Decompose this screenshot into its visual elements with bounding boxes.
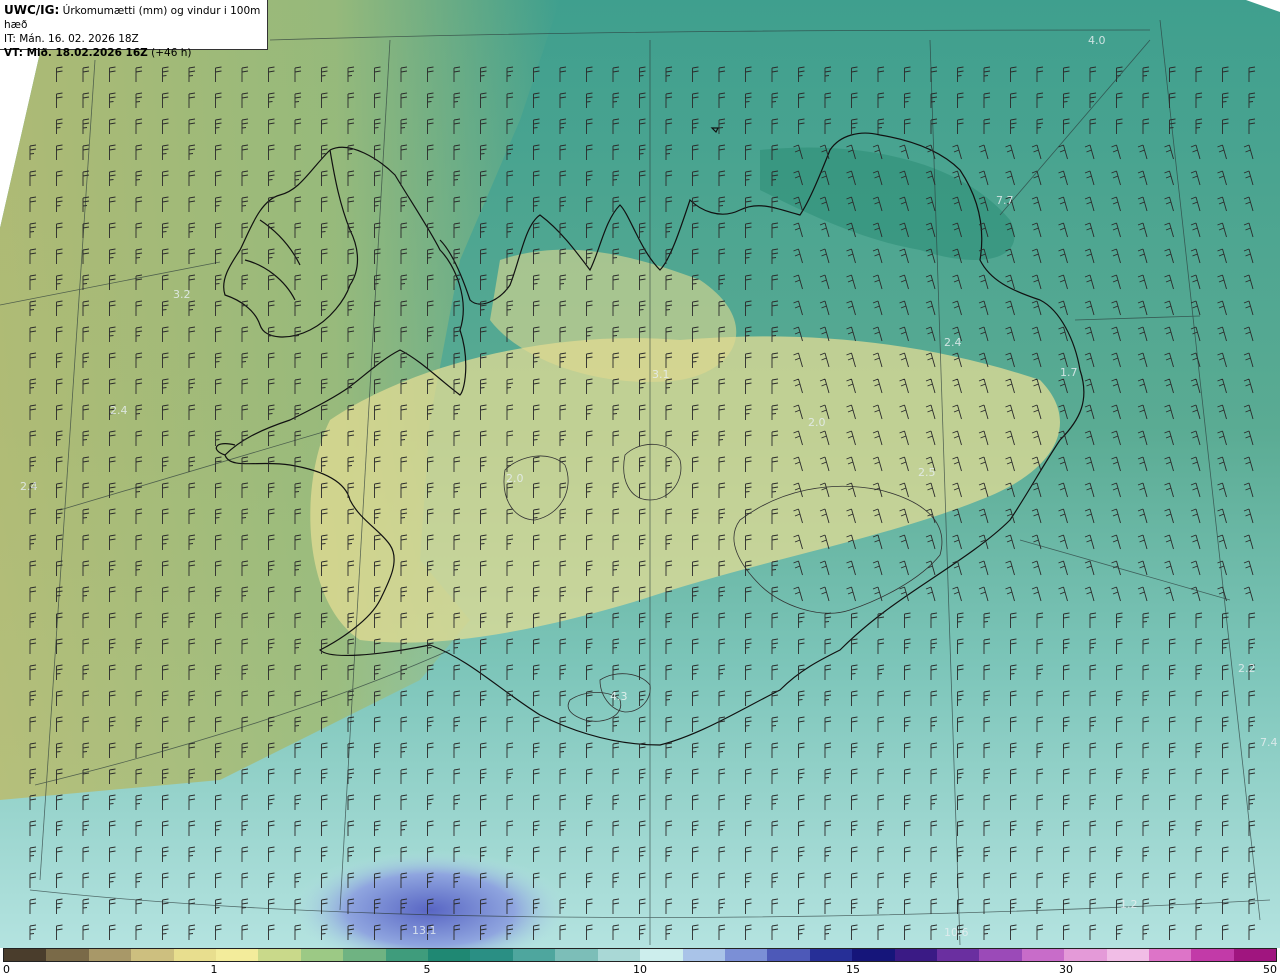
- colorbar-segment: [555, 949, 598, 961]
- colorbar-segment: [428, 949, 471, 961]
- forecast-info-box: UWC/IG: Úrkomumætti (mm) og vindur i 100…: [0, 0, 268, 59]
- colorbar-segment: [597, 949, 641, 961]
- colorbar-segment: [1191, 949, 1234, 961]
- forecast-field: [0, 0, 1280, 948]
- max-label: 1.2: [1120, 898, 1138, 911]
- colorbar-tick: 0: [3, 963, 10, 976]
- colorbar-segment: [343, 949, 386, 961]
- max-label: 2.4: [20, 480, 38, 493]
- colorbar-segment: [682, 949, 725, 961]
- colorbar-segment: [1106, 949, 1149, 961]
- colorbar-tick: 15: [846, 963, 860, 976]
- max-label: 13.1: [412, 924, 437, 937]
- colorbar-segment: [979, 949, 1022, 961]
- max-label: 2.2: [1238, 662, 1256, 675]
- max-label: 4.0: [1088, 34, 1106, 47]
- colorbar-segment: [1021, 949, 1065, 961]
- max-label: 2.0: [506, 472, 524, 485]
- colorbar-segment: [936, 949, 980, 961]
- colorbar-tick: 5: [423, 963, 431, 976]
- colorbar-segment: [724, 949, 768, 961]
- colorbar-segment: [640, 949, 683, 961]
- max-label: 10.6: [944, 926, 969, 939]
- colorbar-segment: [88, 949, 132, 961]
- colorbar: 0 1 5 10 15 30 50: [0, 948, 1280, 978]
- weather-map[interactable]: 4.0 7.7 3.2 2.4 2.4 2.4 3.1 2.0 2.5 2.0 …: [0, 0, 1280, 948]
- colorbar-segment: [852, 949, 895, 961]
- max-label: 7.7: [996, 194, 1014, 207]
- colorbar-segment: [1233, 949, 1277, 961]
- colorbar-strip: [3, 948, 1277, 962]
- colorbar-segment: [258, 949, 301, 961]
- init-time: IT: Mán. 16. 02. 2026 18Z: [4, 33, 139, 45]
- max-label: 7.4: [1260, 736, 1278, 749]
- colorbar-segment: [216, 949, 259, 961]
- max-label: 2.5: [918, 466, 936, 479]
- colorbar-segment: [1064, 949, 1107, 961]
- colorbar-tick: 50: [1263, 963, 1277, 976]
- colorbar-segment: [385, 949, 429, 961]
- lead-time: (+46 h): [151, 47, 192, 59]
- colorbar-segment: [470, 949, 513, 961]
- model-name: UWC/IG:: [4, 3, 60, 17]
- max-label: 3.1: [652, 368, 670, 381]
- colorbar-segment: [46, 949, 89, 961]
- colorbar-segment: [4, 949, 47, 961]
- colorbar-segment: [894, 949, 937, 961]
- colorbar-tick: 30: [1059, 963, 1073, 976]
- colorbar-segment: [512, 949, 556, 961]
- max-label: 2.0: [808, 416, 826, 429]
- valid-time: VT: Mið. 18.02.2026 16Z: [4, 47, 148, 59]
- max-label: 2.4: [110, 404, 128, 417]
- colorbar-segment: [173, 949, 217, 961]
- max-label: 3.2: [173, 288, 191, 301]
- max-label: 4.3: [610, 690, 628, 703]
- colorbar-segment: [1148, 949, 1192, 961]
- colorbar-tick: 10: [633, 963, 647, 976]
- colorbar-tick: 1: [210, 963, 218, 976]
- colorbar-segment: [131, 949, 174, 961]
- max-label: 1.7: [1060, 366, 1078, 379]
- colorbar-segment: [809, 949, 853, 961]
- colorbar-segment: [300, 949, 344, 961]
- colorbar-segment: [767, 949, 810, 961]
- max-label: 2.4: [944, 336, 962, 349]
